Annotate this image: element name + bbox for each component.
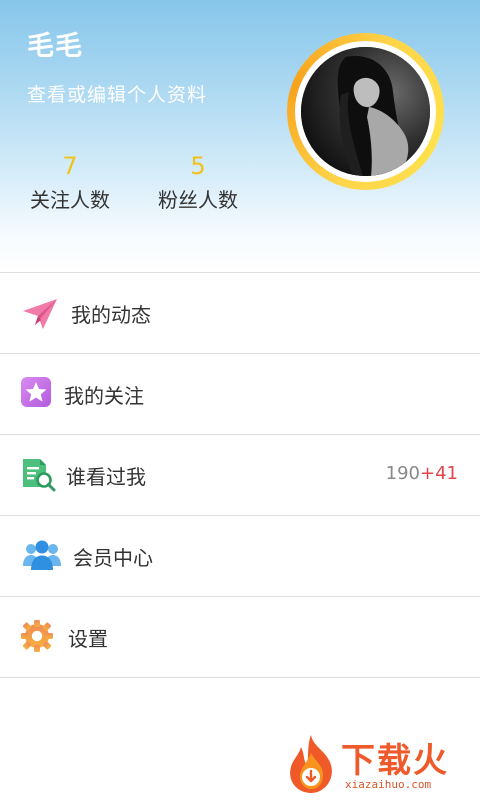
watermark-url: xiazaihuo.com: [345, 778, 432, 791]
menu-label-settings: 设置: [68, 627, 108, 651]
fans-label: 粉丝人数: [158, 188, 238, 212]
username: 毛毛: [27, 31, 83, 62]
menu-item-my-following[interactable]: 我的关注: [0, 353, 480, 434]
paper-plane-icon: [21, 295, 59, 333]
menu-item-settings[interactable]: 设置: [0, 596, 480, 678]
menu-label-my-posts: 我的动态: [71, 303, 151, 327]
following-count: 7: [62, 152, 78, 180]
watermark-text: 下载火: [341, 741, 449, 781]
menu-label-my-following: 我的关注: [64, 384, 144, 408]
menu-item-member-center[interactable]: 会员中心: [0, 515, 480, 596]
visitor-count-new: +41: [420, 463, 458, 484]
fans-stat[interactable]: 5 粉丝人数: [155, 150, 241, 213]
visitor-count-total: 190: [385, 463, 420, 484]
gear-icon: [20, 619, 54, 653]
flame-logo-icon: [283, 733, 339, 799]
members-icon: [22, 538, 62, 572]
watermark: 下载火 xiazaihuo.com: [283, 733, 473, 795]
star-icon: [20, 376, 52, 408]
visitor-count: 190+41: [386, 463, 458, 484]
fans-count: 5: [190, 152, 206, 180]
menu-label-member-center: 会员中心: [73, 546, 153, 570]
menu-item-my-posts[interactable]: 我的动态: [0, 272, 480, 353]
avatar-border: [295, 41, 436, 182]
avatar[interactable]: [287, 33, 444, 190]
menu-item-visitors[interactable]: 谁看过我 190+41: [0, 434, 480, 515]
following-label: 关注人数: [30, 188, 110, 212]
avatar-photo: [301, 47, 430, 176]
following-stat[interactable]: 7 关注人数: [27, 150, 113, 213]
edit-profile-link[interactable]: 查看或编辑个人资料: [27, 80, 207, 107]
menu-list: 我的动态 我的关注 谁看过我 190+41 会员中心 设置: [0, 272, 480, 678]
menu-label-visitors: 谁看过我: [66, 465, 146, 489]
visitor-search-icon: [20, 456, 56, 492]
profile-header: 毛毛 查看或编辑个人资料 7 关注人数 5 粉丝人数: [0, 0, 480, 272]
